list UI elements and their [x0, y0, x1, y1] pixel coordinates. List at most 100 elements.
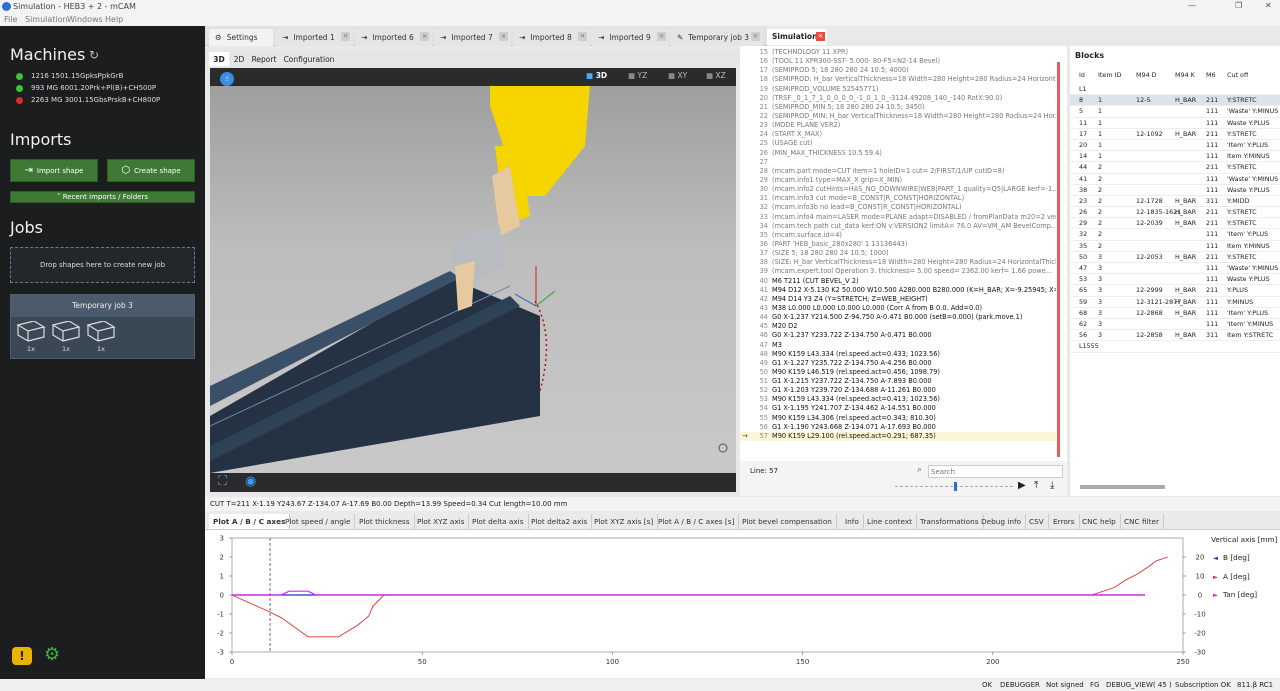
menu-help[interactable]: Help — [105, 15, 123, 24]
import-shape-button[interactable]: ⇥ Import shape — [10, 159, 98, 182]
close-window-button[interactable]: ✕ — [1265, 1, 1272, 10]
code-line[interactable]: 19 (SEMIPROD_VOLUME 52545771) — [740, 85, 1056, 94]
beam-item[interactable]: 1x — [49, 320, 83, 355]
table-row[interactable]: L1555 — [1070, 341, 1280, 353]
plot-tab[interactable]: CSV — [1025, 514, 1049, 529]
code-line[interactable]: 32 (mcam.info3b no lead=B_CONST|R_CONST|H… — [740, 203, 1056, 212]
table-row[interactable]: 47 3 111 'Waste' Y:MINUS — [1070, 263, 1280, 275]
code-line[interactable]: 37 (SIZE 5; 18 280 280 24 10.5; 1000) — [740, 249, 1056, 258]
table-row[interactable]: 17 1 12-1092 H_BAR 211 Y:STRETC — [1070, 129, 1280, 140]
view-3d-button[interactable]: ■ 3D — [586, 71, 607, 80]
code-line[interactable]: 27 — [740, 158, 1056, 167]
code-line[interactable]: 52 G1 X-1.203 Y239.720 Z-134.688 A-11.261… — [740, 386, 1056, 395]
code-line[interactable]: 44 G0 X-1.237 Y214.500 Z-94.750 A-0.471 B… — [740, 313, 1056, 322]
code-line[interactable]: 18 (SEMIPROD: H_bar VerticalThickness=18 … — [740, 75, 1056, 84]
code-line[interactable]: 54 G1 X-1.195 Y241.707 Z-134.462 A-14.551… — [740, 404, 1056, 413]
table-row[interactable]: 32 2 111 'Item' Y:PLUS — [1070, 229, 1280, 241]
close-tab-icon[interactable]: × — [657, 32, 666, 41]
menu-windows[interactable]: Windows — [67, 15, 103, 24]
plot-tab[interactable]: Plot thickness — [355, 514, 415, 529]
table-row[interactable]: 35 2 111 Item Y:MINUS — [1070, 241, 1280, 252]
col-header[interactable]: M94 K — [1175, 70, 1195, 81]
code-line[interactable]: 50 M90 K159 L46.519 (rel.speed.act=0.456;… — [740, 368, 1056, 377]
code-line[interactable]: 31 (mcam.info3 cut mode=B_CONST|R_CONST|H… — [740, 194, 1056, 203]
code-line[interactable]: 40 M6 T211 (CUT BEVEL_V 2) — [740, 277, 1056, 286]
plot-tab[interactable]: Plot XYZ axis — [413, 514, 470, 529]
play-button[interactable]: ▶ — [1018, 480, 1026, 491]
plot-tab[interactable]: Plot XYZ axis [s] — [590, 514, 659, 529]
code-line[interactable]: 35 (mcam.surface.id=4) — [740, 231, 1056, 240]
plot-tab[interactable]: Transformations — [916, 514, 984, 529]
temp-job-card[interactable]: Temporary job 3 1x 1x 1x — [10, 294, 195, 359]
table-row[interactable]: 14 1 111 Item Y:MINUS — [1070, 151, 1280, 163]
code-scrollbar[interactable] — [1057, 62, 1060, 457]
maximize-button[interactable]: ❐ — [1235, 1, 1242, 10]
code-line[interactable]: 22 (SEMIPROD_MIN: H_bar VerticalThickness… — [740, 112, 1056, 121]
col-header[interactable]: Cut off — [1227, 70, 1248, 81]
table-row[interactable]: 20 1 111 'Item' Y:PLUS — [1070, 140, 1280, 152]
table-row[interactable]: 65 3 12-2999 H_BAR 211 Y:PLUS — [1070, 285, 1280, 297]
menu-file[interactable]: File — [4, 15, 17, 24]
code-line[interactable]: 55 M90 K159 L34.306 (rel.speed.act=0.343;… — [740, 414, 1056, 423]
plot-tab[interactable]: Info — [841, 514, 864, 529]
code-line[interactable]: 23 (MODE PLANE VER2) — [740, 121, 1056, 130]
refresh-icon[interactable]: ↻ — [89, 48, 99, 62]
machine-item[interactable]: 1216 1501.15GpksPpkGrB — [0, 70, 205, 82]
close-tab-icon[interactable]: × — [578, 32, 587, 41]
menu-simulation[interactable]: Simulation — [25, 15, 68, 24]
table-row[interactable]: L1 — [1070, 84, 1280, 96]
jump-bottom-button[interactable]: ⤓ — [1050, 480, 1054, 491]
table-row[interactable]: 50 3 12-2053 H_BAR 211 Y:STRETC — [1070, 252, 1280, 263]
tab-imported-1[interactable]: ⇥ Imported 1 × — [276, 29, 353, 46]
code-line[interactable]: 57 M90 K159 L29.100 (rel.speed.act=0.291;… — [740, 431, 1056, 442]
table-row[interactable]: 11 1 111 Waste Y:PLUS — [1070, 118, 1280, 129]
code-line[interactable]: 45 M20 D2 — [740, 322, 1056, 331]
tab-settings[interactable]: ⚙ Settings — [209, 29, 273, 46]
code-line[interactable]: 25 (USAGE cut) — [740, 139, 1056, 148]
view-tab-configuration[interactable]: Configuration — [281, 52, 337, 66]
code-line[interactable]: 21 (SEMIPROD_MIN 5; 18 280 280 24 10.5; 3… — [740, 103, 1056, 112]
drop-zone[interactable]: Drop shapes here to create new job — [10, 247, 195, 283]
code-line[interactable]: 46 G0 X-1.237 Y233.722 Z-134.750 A-0.471 … — [740, 331, 1056, 340]
machine-item[interactable]: 2263 MG 3001.15GbsPrskB+CH800P — [0, 94, 205, 106]
settings-gear-icon[interactable]: ⚙ — [44, 644, 60, 665]
machine-item[interactable]: 993 MG 6001.20Prk+Pl(B)+CH500P — [0, 82, 205, 94]
plot-tab[interactable]: Plot speed / angle — [281, 514, 356, 529]
plot-tab[interactable]: Debug info — [977, 514, 1027, 529]
col-header[interactable]: Item ID — [1098, 70, 1121, 81]
tab-imported-9[interactable]: ⇥ Imported 9 × — [592, 29, 669, 46]
code-line[interactable]: 53 M90 K159 L43.334 (rel.speed.act=0.413;… — [740, 395, 1056, 404]
code-line[interactable]: 26 (MIN_MAX_THICKNESS 10.5 59.4) — [740, 149, 1056, 158]
plot-tab[interactable]: Plot delta2 axis — [527, 514, 593, 529]
code-line[interactable]: 36 (PART 'HEB_basic_280x280' 1 13136443) — [740, 240, 1056, 249]
fit-view-icon[interactable]: ⛶ — [218, 474, 227, 489]
table-row[interactable]: 41 2 111 'Waste' Y:MINUS — [1070, 174, 1280, 185]
close-simulation-icon[interactable]: × — [816, 32, 825, 41]
table-row[interactable]: 68 3 12-2868 H_BAR 111 'Item' Y:PLUS — [1070, 308, 1280, 319]
tab-imported-7[interactable]: ⇥ Imported 7 × — [434, 29, 511, 46]
plot-tab[interactable]: Plot A / B / C axes — [209, 514, 291, 529]
plot-tab[interactable]: CNC help — [1078, 514, 1121, 529]
visibility-eye-icon[interactable]: ◉ — [245, 474, 256, 489]
code-line[interactable]: 56 G1 X-1.190 Y243.668 Z-134.071 A-17.693… — [740, 423, 1056, 432]
blocks-hscroll[interactable] — [1080, 485, 1165, 489]
code-line[interactable]: 15 (TECHNOLOGY 11 XPR) — [740, 48, 1056, 57]
code-line[interactable]: 48 M90 K159 L43.334 (rel.speed.act=0.433;… — [740, 350, 1056, 359]
search-input[interactable] — [928, 465, 1063, 478]
plot-tab[interactable]: Plot A / B / C axes [s] — [654, 514, 740, 529]
code-line[interactable]: 41 M94 D12 X-5.130 K2 50.000 W10.500 A280… — [740, 286, 1056, 295]
code-line[interactable]: 24 (START X_MAX) — [740, 130, 1056, 139]
code-line[interactable]: 42 M94 D14 Y3 Z4 (Y=STRETCH; Z=WEB_HEIGHT… — [740, 295, 1056, 304]
beam-item[interactable]: 1x — [84, 320, 118, 355]
code-line[interactable]: 17 (SEMIPROD 5; 18 280 280 24 10.5; 4000) — [740, 66, 1056, 75]
view-tab-3d[interactable]: 3D — [209, 52, 229, 66]
close-tab-icon[interactable]: × — [341, 32, 350, 41]
simulation-tab[interactable]: Simulation × — [767, 29, 827, 45]
playback-thumb[interactable] — [954, 482, 957, 491]
col-header[interactable]: M6 — [1206, 70, 1216, 81]
code-line[interactable]: 34 (mcam.tech path cut_data kerf:ON v:VER… — [740, 222, 1056, 231]
cursor-mode-icon[interactable]: ☝ — [220, 72, 234, 86]
code-line[interactable]: 49 G1 X-1.227 Y235.722 Z-134.750 A-4.256 … — [740, 359, 1056, 368]
col-header[interactable]: Id — [1079, 70, 1085, 81]
view-yz-button[interactable]: ■ YZ — [628, 71, 647, 80]
